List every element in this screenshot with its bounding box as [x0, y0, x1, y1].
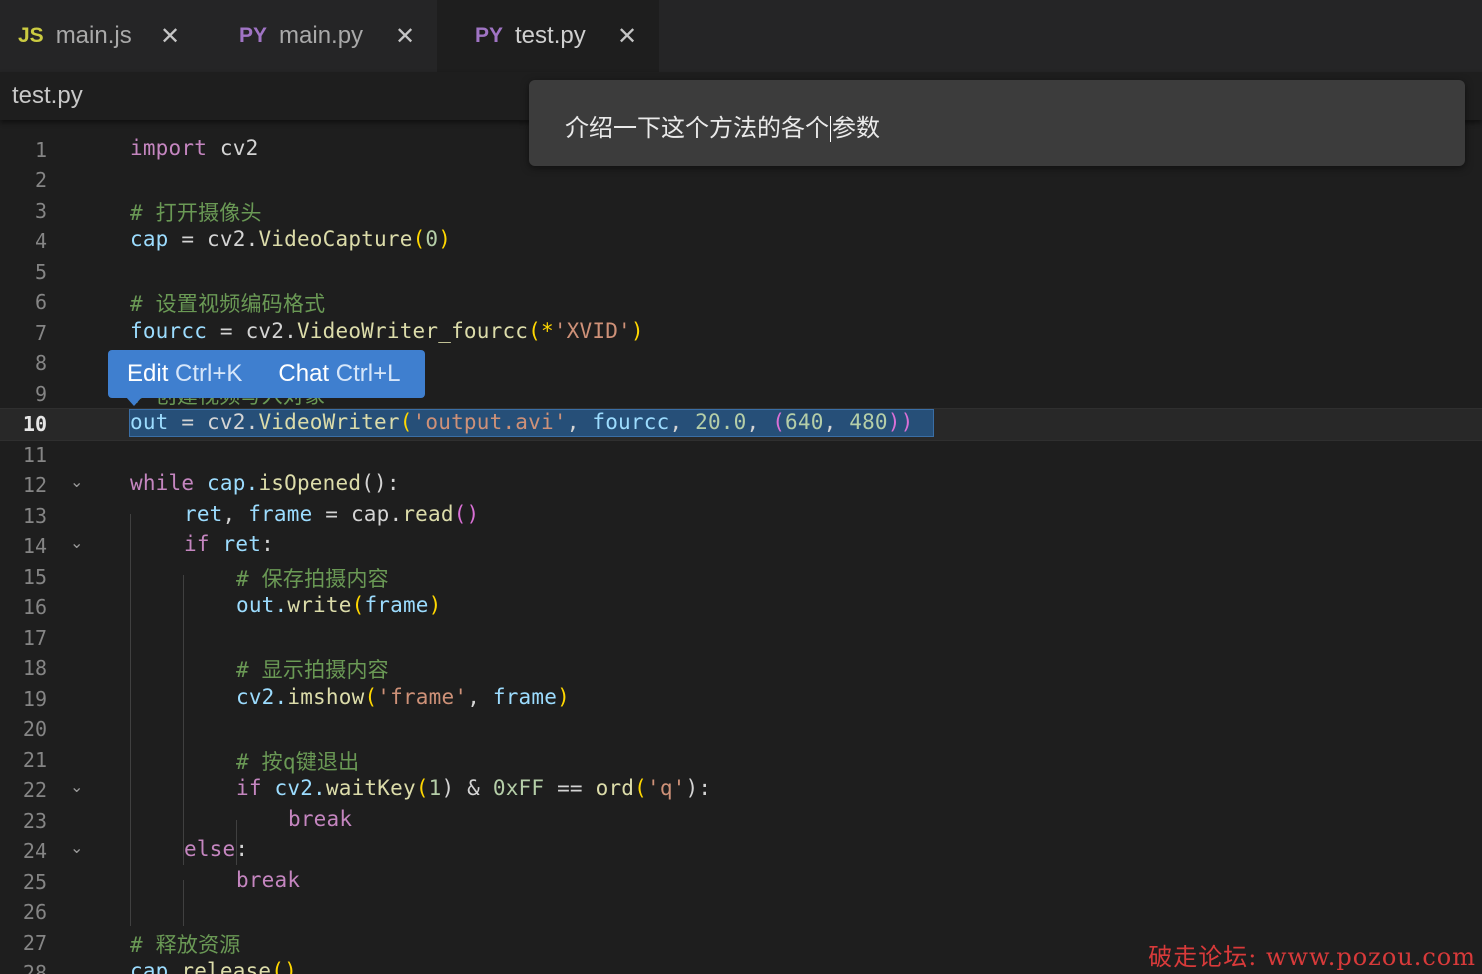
- tab-test-py[interactable]: PY test.py ✕: [437, 0, 659, 72]
- code-line: out.write(frame): [236, 593, 442, 617]
- code-comment: # 显示拍摄内容: [236, 658, 389, 682]
- line-number: 8: [34, 351, 47, 375]
- js-file-icon: JS: [18, 24, 44, 47]
- selection-action-popup: Edit Ctrl+K Chat Ctrl+L: [108, 350, 425, 406]
- inline-chat-input[interactable]: 介绍一下这个方法的各个 参数: [529, 80, 1465, 166]
- tab-main-py[interactable]: PY main.py ✕: [205, 0, 437, 72]
- code-line: cv2.imshow('frame', frame): [236, 685, 570, 709]
- code-line: cap.release(): [130, 959, 297, 974]
- close-icon[interactable]: ✕: [617, 22, 637, 51]
- edit-button[interactable]: Edit Ctrl+K: [127, 360, 242, 388]
- python-file-icon: PY: [475, 24, 504, 47]
- code-line: import cv2: [130, 136, 259, 160]
- code-line: break: [288, 807, 353, 831]
- line-number: 20: [22, 717, 47, 741]
- code-line: if ret:: [184, 532, 274, 556]
- code-comment: # 释放资源: [130, 933, 241, 957]
- code-comment: # 保存拍摄内容: [236, 567, 389, 591]
- chat-shortcut: Ctrl+L: [335, 360, 401, 387]
- line-number: 5: [34, 260, 47, 284]
- popup-pointer: [126, 397, 142, 406]
- tab-main-js[interactable]: JS main.js ✕: [0, 0, 205, 72]
- chat-input-text[interactable]: 介绍一下这个方法的各个 参数: [565, 108, 880, 143]
- code-line: if cv2.waitKey(1) & 0xFF == ord('q'):: [236, 776, 712, 800]
- close-icon[interactable]: ✕: [395, 22, 415, 51]
- close-icon[interactable]: ✕: [160, 22, 180, 51]
- chat-button[interactable]: Chat Ctrl+L: [278, 360, 400, 388]
- python-file-icon: PY: [239, 24, 268, 47]
- breadcrumb-file[interactable]: test.py: [12, 82, 83, 110]
- line-number: 2: [34, 168, 47, 192]
- code-comment: # 打开摄像头: [130, 201, 262, 225]
- text-caret: [830, 116, 831, 142]
- tab-bar: JS main.js ✕ PY main.py ✕ PY test.py ✕: [0, 0, 1482, 72]
- code-line-selected: out = cv2.VideoWriter('output.avi', four…: [130, 410, 914, 434]
- line-number: 11: [22, 443, 47, 467]
- code-line: cap = cv2.VideoCapture(0): [130, 227, 452, 251]
- code-line: ret, frame = cap.read(): [184, 502, 480, 526]
- tab-label: main.py: [279, 22, 364, 49]
- tab-label: test.py: [515, 22, 586, 49]
- edit-shortcut: Ctrl+K: [175, 360, 243, 387]
- code-editor[interactable]: 1 2 3 4 5 6 7 8 9 10 11 12 ⌄ 13 14 ⌄ 15 16…: [0, 120, 1482, 974]
- tab-label: main.js: [55, 22, 132, 49]
- code-line: while cap.isOpened():: [130, 471, 400, 495]
- code-line: fourcc = cv2.VideoWriter_fourcc(*'XVID'): [130, 319, 644, 343]
- line-number: 26: [22, 900, 47, 924]
- watermark: 破走论坛: www.pozou.com: [1148, 943, 1476, 971]
- line-number: 17: [22, 626, 47, 650]
- code-line: else:: [184, 837, 249, 861]
- code-comment: # 按q键退出: [236, 750, 360, 774]
- code-comment: # 设置视频编码格式: [130, 292, 326, 316]
- code-line: break: [236, 868, 301, 892]
